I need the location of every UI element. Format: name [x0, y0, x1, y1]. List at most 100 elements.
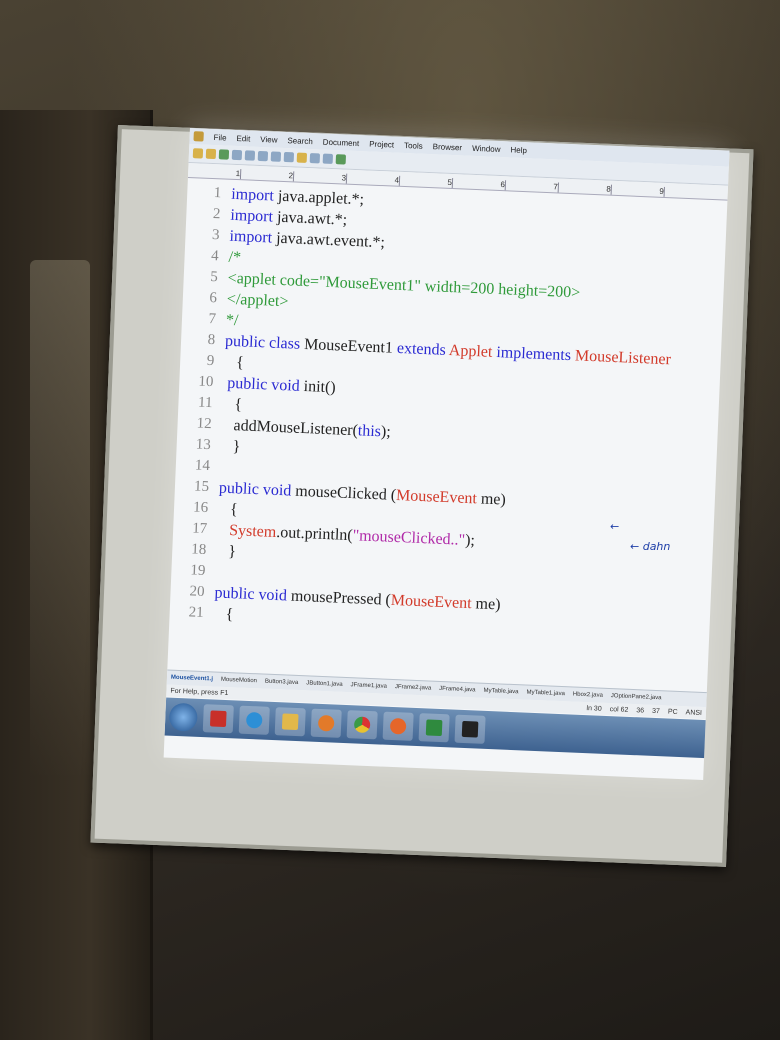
code-text: {	[224, 353, 244, 372]
file-tab[interactable]: JFrame1.java	[350, 682, 387, 690]
code-text: }	[216, 542, 236, 561]
status-field: 36	[636, 706, 645, 715]
excel-icon[interactable]	[418, 713, 450, 743]
menu-help[interactable]: Help	[510, 145, 527, 155]
line-number: 11	[197, 394, 213, 412]
line-ending-indicator: PC	[667, 708, 678, 716]
annotation-arrow: ←	[610, 520, 620, 533]
open-folder-icon[interactable]	[205, 148, 217, 160]
menu-file[interactable]: File	[213, 133, 226, 143]
code-token: {	[223, 353, 245, 371]
file-tab[interactable]: JFrame2.java	[395, 684, 432, 692]
code-token: }	[215, 541, 237, 560]
line-number: 5	[209, 268, 219, 286]
code-token: implements	[496, 343, 572, 364]
line-number: 7	[208, 310, 217, 328]
code-token: this	[357, 421, 382, 440]
code-token: "mouseClicked.."	[352, 526, 466, 549]
line-number: 8	[207, 331, 216, 349]
command-prompt-icon[interactable]	[454, 714, 486, 744]
save-icon[interactable]	[218, 149, 230, 160]
status-field: 37	[651, 707, 661, 715]
file-explorer-icon[interactable]	[274, 707, 306, 737]
code-text: /*	[228, 248, 241, 267]
code-token: MouseEvent	[395, 486, 478, 507]
code-token: .out.println(	[275, 523, 354, 544]
line-number: 16	[192, 499, 209, 517]
line-number: 15	[193, 478, 210, 496]
print-icon[interactable]	[244, 150, 256, 161]
internet-explorer-icon[interactable]	[238, 705, 270, 735]
line-number: 6	[209, 289, 218, 307]
find-icon[interactable]	[296, 152, 308, 163]
firefox-icon[interactable]	[382, 711, 414, 741]
file-tab[interactable]: Button3.java	[265, 679, 299, 686]
line-number: 3	[211, 227, 220, 244]
door-reflection	[30, 260, 90, 780]
code-token: import	[229, 227, 273, 247]
code-token: }	[220, 437, 241, 455]
code-token: import	[230, 185, 275, 205]
code-text: {	[218, 500, 238, 519]
menu-edit[interactable]: Edit	[236, 133, 250, 143]
code-token: me)	[476, 489, 507, 509]
column-indicator: col 62	[609, 705, 629, 714]
line-number: 1	[213, 185, 222, 202]
copy-icon[interactable]	[270, 151, 282, 162]
taskbar-editor-icon[interactable]	[202, 704, 234, 734]
file-tab[interactable]: MyTable.java	[483, 688, 518, 695]
line-number: 9	[206, 352, 215, 370]
code-editor[interactable]: 1 import java.applet.*; 2 import java.awt.*…	[168, 178, 727, 674]
menu-search[interactable]: Search	[287, 136, 313, 146]
save-all-icon[interactable]	[231, 149, 243, 161]
menu-view[interactable]: View	[260, 134, 278, 144]
encoding-indicator: ANSI	[685, 708, 703, 717]
line-number: 4	[210, 248, 219, 265]
menu-browser[interactable]: Browser	[433, 142, 463, 152]
menu-window[interactable]: Window	[472, 143, 501, 153]
file-tab[interactable]: JFrame4.java	[439, 686, 476, 694]
code-token: public void	[218, 479, 292, 500]
code-token: public class	[224, 332, 301, 353]
line-number: 19	[190, 562, 206, 580]
line-number: 10	[198, 373, 214, 391]
code-token: MouseListener	[570, 346, 672, 368]
media-player-icon[interactable]	[310, 708, 342, 738]
file-tab[interactable]: Hbox2.java	[573, 692, 603, 699]
run-icon[interactable]	[335, 154, 347, 165]
projected-screen: File Edit View Search Document Project T…	[163, 128, 730, 781]
code-token: Applet	[445, 341, 497, 361]
file-tab[interactable]: MouseEvent1.j	[171, 675, 213, 683]
line-number: 13	[195, 436, 212, 454]
annotation-text: ← dahn	[630, 540, 671, 553]
code-token: MouseEvent1	[299, 335, 398, 357]
code-token: System	[216, 520, 277, 541]
code-token: {	[217, 500, 239, 518]
line-number: 2	[212, 206, 221, 223]
paste-icon[interactable]	[283, 151, 295, 163]
menu-document[interactable]: Document	[323, 137, 360, 148]
chrome-icon[interactable]	[346, 710, 378, 740]
code-text: {	[213, 605, 233, 624]
file-tab[interactable]: JButton1.java	[306, 680, 343, 688]
menu-tools[interactable]: Tools	[404, 140, 423, 150]
code-token: extends	[396, 339, 447, 359]
code-token: {	[222, 395, 243, 413]
menu-project[interactable]: Project	[369, 139, 394, 149]
code-text: }	[220, 437, 240, 456]
file-tab[interactable]: JOptionPane2.java	[611, 693, 662, 701]
code-token: init()	[299, 377, 337, 396]
redo-icon[interactable]	[322, 153, 334, 165]
undo-icon[interactable]	[309, 153, 321, 164]
code-token: java.applet.*;	[273, 187, 365, 208]
line-number: 18	[191, 541, 207, 559]
code-token: java.awt.*;	[272, 208, 348, 229]
code-token: </applet>	[226, 290, 289, 310]
start-button-icon[interactable]	[168, 702, 198, 732]
new-file-icon[interactable]	[192, 148, 204, 159]
cut-icon[interactable]	[257, 150, 269, 162]
file-tab[interactable]: MouseMotion	[221, 677, 257, 685]
file-tab[interactable]: MyTable1.java	[526, 690, 565, 698]
app-icon	[193, 131, 204, 142]
code-token: );	[464, 531, 476, 549]
